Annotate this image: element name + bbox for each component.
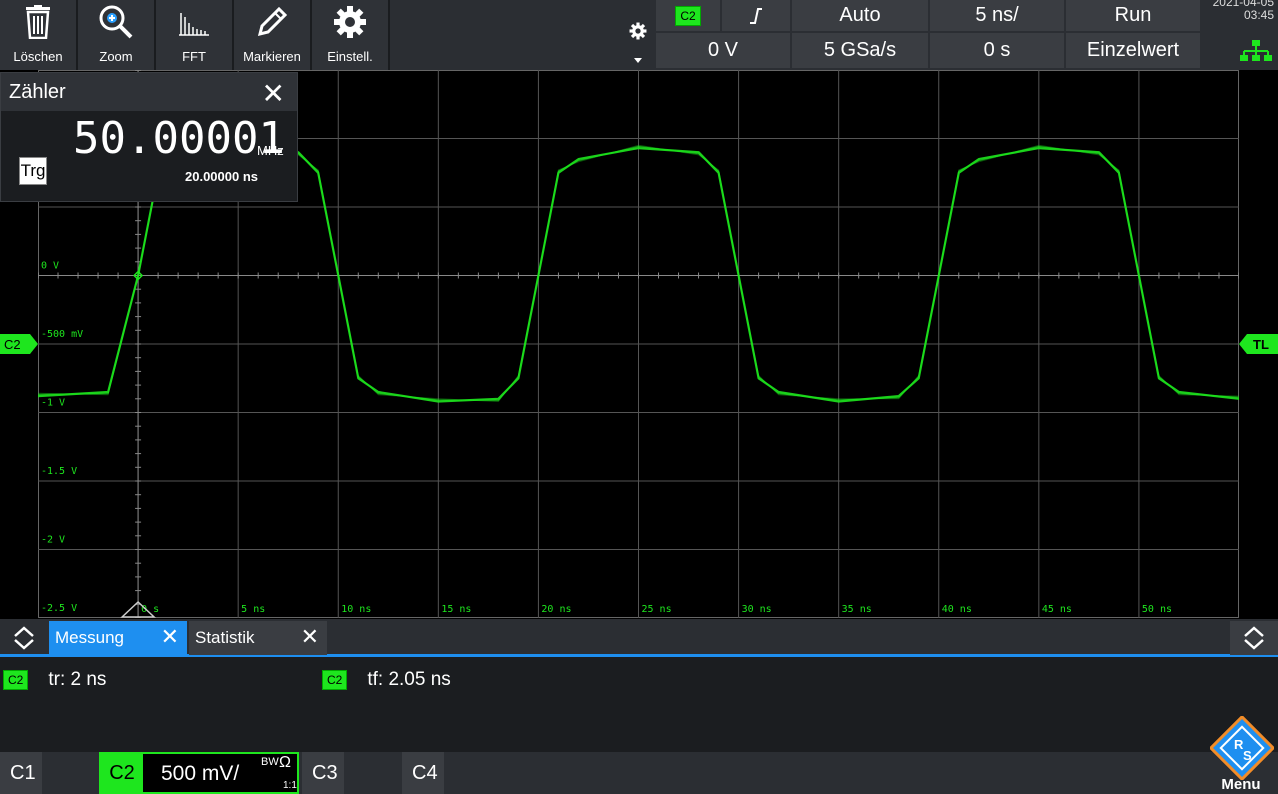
- x-tick-label: 45 ns: [1042, 604, 1072, 615]
- mark-label: Markieren: [243, 49, 301, 64]
- measurement-fall-channel: C2: [322, 670, 348, 690]
- zoom-icon: [99, 5, 133, 39]
- acquisition-mode-cell[interactable]: Einzelwert: [1066, 33, 1200, 68]
- zoom-button[interactable]: Zoom: [78, 0, 156, 70]
- updown-arrows-icon: [1244, 626, 1264, 650]
- channel-c2-probe-ratio: 1:1: [283, 780, 297, 791]
- counter-trigger-badge[interactable]: Trg: [19, 157, 47, 185]
- channel-c3-spacer: [344, 752, 398, 794]
- y-tick-label: -1.5 V: [41, 466, 77, 477]
- gear-icon: [334, 6, 366, 38]
- measurement-results: C2 tr: 2 ns C2 tf: 2.05 ns: [0, 657, 1278, 752]
- channel-c1-label: C1: [10, 761, 36, 784]
- y-tick-label: -2 V: [41, 535, 65, 546]
- x-tick-label: 35 ns: [842, 604, 872, 615]
- counter-close-icon[interactable]: ✕: [262, 77, 285, 110]
- trigger-level-cell[interactable]: 0 V: [656, 33, 790, 68]
- x-tick-label: 5 ns: [241, 604, 265, 615]
- svg-text:S: S: [1243, 748, 1252, 763]
- channel-offset-label: C2: [4, 337, 21, 352]
- measurement-rise-time[interactable]: C2 tr: 2 ns: [3, 669, 106, 691]
- timebase-cell[interactable]: 5 ns/: [930, 0, 1064, 31]
- measurement-rise-channel: C2: [3, 670, 29, 690]
- tab-measurement-close-icon[interactable]: ✕: [161, 624, 179, 650]
- x-tick-label: 10 ns: [341, 604, 371, 615]
- tab-statistics-close-icon[interactable]: ✕: [301, 624, 319, 650]
- counter-frequency-value: 50.00001: [73, 113, 285, 164]
- tab-statistics[interactable]: Statistik ✕: [189, 621, 327, 655]
- expand-updown-icon[interactable]: [12, 625, 36, 651]
- counter-frequency-unit: MHz: [257, 143, 284, 158]
- trigger-slope-cell[interactable]: [722, 0, 790, 31]
- rising-edge-icon: [750, 7, 762, 24]
- trigger-settings-button[interactable]: [620, 0, 654, 70]
- channel-c2-label: C2: [101, 753, 143, 793]
- counter-title: Zähler: [1, 73, 297, 111]
- channel-c4-spacer: [444, 752, 498, 794]
- channel-bar: C1 C2 500 mV/ BW Ω 1:1 C3 C4: [0, 752, 1278, 794]
- result-tabbar: Messung ✕ Statistik ✕: [0, 619, 1278, 657]
- channel-c3-label: C3: [312, 761, 338, 784]
- horizontal-position-cell[interactable]: 0 s: [930, 33, 1064, 68]
- tab-statistics-label: Statistik: [195, 628, 255, 647]
- delete-button[interactable]: Löschen: [0, 0, 78, 70]
- run-state-cell[interactable]: Run: [1066, 0, 1200, 31]
- time-text: 03:45: [1243, 8, 1274, 22]
- x-tick-label: 30 ns: [742, 604, 772, 615]
- trigger-level-label: TL: [1253, 337, 1269, 352]
- menu-button[interactable]: R S Menu: [1204, 716, 1278, 794]
- network-icon: [1240, 40, 1272, 61]
- x-tick-label: 25 ns: [642, 604, 672, 615]
- x-tick-label: 50 ns: [1142, 604, 1172, 615]
- fft-button[interactable]: FFT: [156, 0, 234, 70]
- channel-c1-spacer: [42, 752, 96, 794]
- top-toolbar: Löschen Zoom FFT Markieren Einstell. C2 …: [0, 0, 1278, 70]
- rs-logo-icon: R S: [1210, 716, 1274, 780]
- channel-c2-scale: 500 mV/: [161, 762, 240, 785]
- channel-c4-label: C4: [412, 761, 438, 784]
- y-tick-label: 0 V: [41, 261, 59, 272]
- trigger-source-badge: C2: [675, 5, 701, 26]
- trash-icon: [26, 5, 50, 39]
- y-tick-label: -500 mV: [41, 329, 83, 340]
- tab-measurement[interactable]: Messung ✕: [49, 621, 187, 655]
- channel-c2-bandwidth: BW: [261, 756, 279, 768]
- y-tick-label: -2.5 V: [41, 603, 77, 614]
- trigger-mode-cell[interactable]: Auto: [792, 0, 928, 31]
- delete-label: Löschen: [13, 49, 63, 64]
- settings-button[interactable]: Einstell.: [312, 0, 390, 70]
- settings-label: Einstell.: [327, 49, 373, 64]
- x-tick-label: 40 ns: [942, 604, 972, 615]
- measurement-rise-text: tr: 2 ns: [48, 669, 107, 690]
- fft-label: FFT: [182, 49, 206, 64]
- counter-panel[interactable]: Zähler ✕ 50.00001 MHz 20.00000 ns Trg: [0, 72, 298, 202]
- datetime: 2021-04-05 03:45: [1213, 0, 1274, 22]
- measurement-fall-time[interactable]: C2 tf: 2.05 ns: [322, 669, 451, 691]
- fft-icon: [179, 13, 209, 36]
- channel-c3-button[interactable]: C3: [302, 752, 398, 794]
- channel-c2-impedance: Ω: [279, 754, 291, 771]
- x-tick-label: 15 ns: [441, 604, 471, 615]
- sample-rate-cell[interactable]: 5 GSa/s: [792, 33, 928, 68]
- channel-c4-button[interactable]: C4: [402, 752, 498, 794]
- menu-label: Menu: [1221, 776, 1261, 793]
- measurement-fall-text: tf: 2.05 ns: [367, 669, 451, 690]
- channel-offset-marker[interactable]: C2: [0, 334, 38, 354]
- channel-c2-button[interactable]: C2 500 mV/ BW Ω 1:1: [99, 752, 299, 794]
- small-gear-icon: [629, 22, 647, 40]
- caret-down-icon: [634, 58, 642, 63]
- channel-c1-button[interactable]: C1: [0, 752, 96, 794]
- y-tick-label: -1 V: [41, 398, 65, 409]
- trigger-source-cell[interactable]: C2: [656, 0, 720, 31]
- scroll-updown-button[interactable]: [1230, 621, 1278, 655]
- zoom-label: Zoom: [99, 49, 133, 64]
- mark-button[interactable]: Markieren: [234, 0, 312, 70]
- tab-measurement-label: Messung: [55, 628, 124, 647]
- counter-period-value: 20.00000 ns: [185, 169, 259, 184]
- x-tick-label: 20 ns: [541, 604, 571, 615]
- trigger-level-marker[interactable]: TL: [1239, 334, 1278, 354]
- pencil-icon: [257, 6, 288, 37]
